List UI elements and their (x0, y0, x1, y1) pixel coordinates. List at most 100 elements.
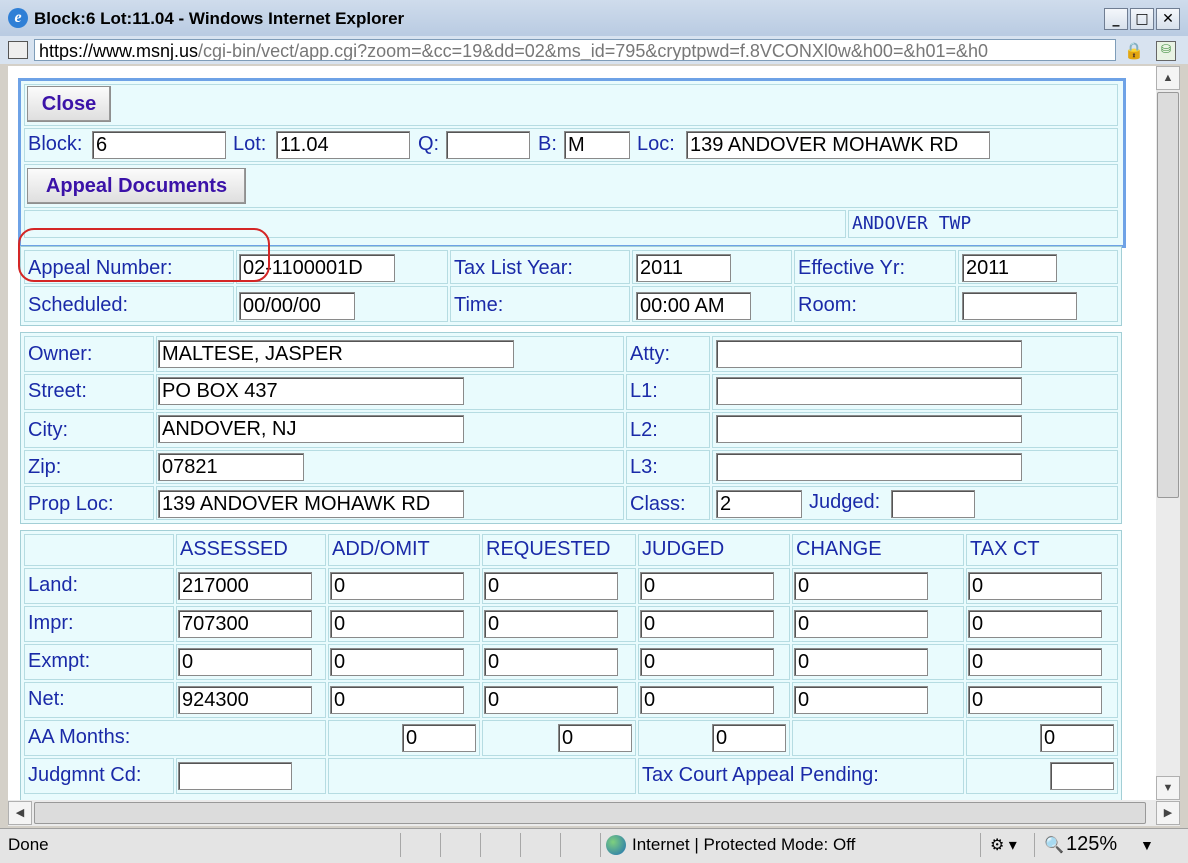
class-field[interactable]: 2 (716, 490, 802, 518)
value-field[interactable]: 707300 (178, 610, 312, 638)
l3-field[interactable] (716, 453, 1022, 481)
aa-months-field[interactable]: 0 (402, 724, 476, 752)
scroll-down-icon[interactable]: ▼ (1156, 776, 1180, 800)
l1-field[interactable] (716, 377, 1022, 405)
value-field[interactable]: 0 (484, 686, 618, 714)
vertical-scrollbar[interactable]: ▲ ▼ (1156, 66, 1180, 800)
aa-months-field[interactable]: 0 (712, 724, 786, 752)
proploc-field[interactable]: 139 ANDOVER MOHAWK RD (158, 490, 464, 518)
value-field[interactable]: 924300 (178, 686, 312, 714)
value-field[interactable]: 0 (968, 572, 1102, 600)
block-field[interactable]: 6 (92, 131, 226, 159)
value-field[interactable]: 0 (484, 610, 618, 638)
compatibility-icon[interactable]: ⛁ (1156, 41, 1176, 61)
taxcourt-field[interactable] (1050, 762, 1114, 790)
street-field[interactable]: PO BOX 437 (158, 377, 464, 405)
url-field[interactable]: https://www.msnj.us/cgi-bin/vect/app.cgi… (34, 39, 1116, 61)
value-field[interactable]: 0 (968, 610, 1102, 638)
security-zone[interactable]: Internet | Protected Mode: Off (632, 835, 855, 855)
row-label: Net: (28, 688, 65, 710)
close-button[interactable]: Close (27, 86, 111, 122)
value-field[interactable]: 0 (330, 610, 464, 638)
judged-label: Judged: (809, 491, 881, 513)
room-field[interactable] (962, 292, 1077, 320)
time-field[interactable]: 00:00 AM (636, 292, 751, 320)
q-label: Q: (418, 133, 440, 155)
value-field[interactable]: 0 (794, 648, 928, 676)
annotation-circle (18, 228, 270, 282)
value-field[interactable]: 0 (640, 610, 774, 638)
aa-months-label: AA Months: (28, 726, 131, 748)
city-label: City: (28, 419, 68, 441)
minimize-button[interactable]: _ (1104, 8, 1128, 30)
status-divider (400, 833, 401, 857)
value-field[interactable]: 0 (330, 686, 464, 714)
taxyear-field[interactable]: 2011 (636, 254, 731, 282)
judged-field[interactable] (891, 490, 975, 518)
scroll-left-icon[interactable]: ◀ (8, 801, 32, 825)
horizontal-scrollbar[interactable]: ◀ ▶ (8, 800, 1180, 826)
zoom-dropdown-icon[interactable]: ▼ (1140, 837, 1154, 853)
l3-label: L3: (630, 456, 658, 478)
lock-icon[interactable]: 🔒 (1124, 41, 1144, 60)
l1-label: L1: (630, 380, 658, 402)
zoom-level[interactable]: 125% (1066, 833, 1117, 856)
value-field[interactable]: 0 (640, 572, 774, 600)
appeal-documents-button[interactable]: Appeal Documents (27, 168, 246, 204)
b-field[interactable]: M (564, 131, 630, 159)
l2-field[interactable] (716, 415, 1022, 443)
value-field[interactable]: 0 (968, 686, 1102, 714)
loc-field[interactable]: 139 ANDOVER MOHAWK RD (686, 131, 990, 159)
l2-label: L2: (630, 419, 658, 441)
scroll-up-icon[interactable]: ▲ (1156, 66, 1180, 90)
value-field[interactable]: 0 (330, 572, 464, 600)
value-field[interactable]: 0 (640, 648, 774, 676)
owner-field[interactable]: MALTESE, JASPER (158, 340, 514, 368)
lot-label: Lot: (233, 133, 267, 155)
horizontal-scroll-thumb[interactable] (34, 802, 1146, 824)
value-field[interactable]: 0 (178, 648, 312, 676)
lot-field[interactable]: 11.04 (276, 131, 410, 159)
scroll-right-icon[interactable]: ▶ (1156, 801, 1180, 825)
taxyear-label: Tax List Year: (454, 257, 573, 279)
column-header: ASSESSED (180, 538, 288, 560)
value-field[interactable]: 0 (794, 610, 928, 638)
city-field[interactable]: ANDOVER, NJ (158, 415, 464, 443)
scheduled-field[interactable]: 00/00/00 (239, 292, 355, 320)
status-bar: Done Internet | Protected Mode: Off ⚙ ▾ … (0, 828, 1188, 863)
zip-field[interactable]: 07821 (158, 453, 304, 481)
address-bar: https://www.msnj.us/cgi-bin/vect/app.cgi… (0, 36, 1188, 64)
value-field[interactable]: 0 (330, 648, 464, 676)
column-header: TAX CT (970, 538, 1040, 560)
township-name: ANDOVER TWP (852, 213, 972, 234)
aa-months-field[interactable]: 0 (1040, 724, 1114, 752)
effyr-field[interactable]: 2011 (962, 254, 1057, 282)
aa-months-field[interactable]: 0 (558, 724, 632, 752)
value-field[interactable]: 0 (794, 572, 928, 600)
grid-corner-cell (24, 534, 174, 566)
vertical-scroll-thumb[interactable] (1157, 92, 1179, 498)
effyr-label: Effective Yr: (798, 257, 906, 279)
column-header: ADD/OMIT (332, 538, 430, 560)
block-label: Block: (28, 133, 83, 155)
q-field[interactable] (446, 131, 530, 159)
column-header: CHANGE (796, 538, 882, 560)
value-field[interactable]: 0 (484, 572, 618, 600)
close-window-button[interactable]: ✕ (1156, 8, 1180, 30)
url-rest: /cgi-bin/vect/app.cgi?zoom=&cc=19&dd=02&… (198, 41, 989, 61)
atty-field[interactable] (716, 340, 1022, 368)
room-label: Room: (798, 294, 857, 316)
street-label: Street: (28, 380, 87, 402)
value-field[interactable]: 0 (640, 686, 774, 714)
class-label: Class: (630, 493, 686, 515)
tools-icon[interactable]: ⚙ ▾ (990, 835, 1017, 855)
value-field[interactable]: 0 (968, 648, 1102, 676)
maximize-button[interactable]: □ (1130, 8, 1154, 30)
status-divider (560, 833, 561, 857)
value-field[interactable]: 217000 (178, 572, 312, 600)
value-field[interactable]: 0 (484, 648, 618, 676)
value-field[interactable]: 0 (794, 686, 928, 714)
proploc-label: Prop Loc: (28, 493, 114, 515)
judgmnt-field[interactable] (178, 762, 292, 790)
zoom-icon[interactable]: 🔍 (1044, 835, 1064, 855)
